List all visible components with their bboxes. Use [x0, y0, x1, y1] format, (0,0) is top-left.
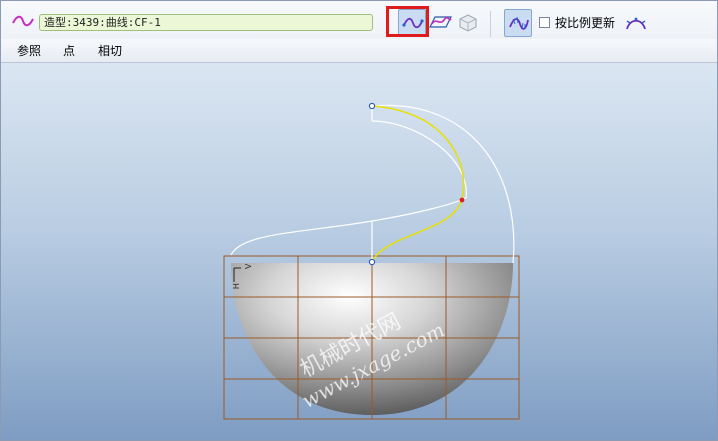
highlight-box	[386, 6, 429, 37]
scale-update-checkbox[interactable]	[539, 17, 550, 28]
curve-mid-point[interactable]	[459, 197, 465, 203]
curve-end-condition-icon[interactable]	[625, 14, 647, 32]
scale-update-label: 按比例更新	[555, 16, 616, 30]
window: 造型:3439:曲线:CF-1 按比例更新 参照 点 相切 V H 机械时代网 …	[0, 0, 718, 441]
curvature-analysis-icon	[509, 16, 529, 30]
menu-points[interactable]: 点	[63, 42, 75, 59]
graphics-viewport[interactable]: V H 机械时代网 www.jxage.com	[1, 63, 717, 440]
plane-curve-icon	[459, 14, 477, 32]
svg-text:V: V	[244, 263, 253, 269]
dashboard-toolbar: 造型:3439:曲线:CF-1 按比例更新	[1, 1, 717, 39]
svg-text:H: H	[232, 283, 241, 289]
curve-edit-icon	[429, 16, 452, 28]
feature-name-field[interactable]: 造型:3439:曲线:CF-1	[39, 14, 373, 31]
plane-curve-button[interactable]	[454, 9, 482, 37]
active-curve	[371, 105, 465, 263]
menu-references[interactable]: 参照	[17, 42, 41, 59]
curve-end-point[interactable]	[368, 258, 376, 266]
handle-outline	[230, 104, 515, 264]
curve-start-point[interactable]	[368, 102, 376, 110]
curvature-button[interactable]	[504, 9, 532, 37]
menu-tangency[interactable]: 相切	[98, 42, 122, 59]
curve-feature-icon	[12, 15, 34, 27]
toolbar-separator	[490, 11, 491, 37]
curve-edit-button[interactable]	[426, 9, 454, 37]
